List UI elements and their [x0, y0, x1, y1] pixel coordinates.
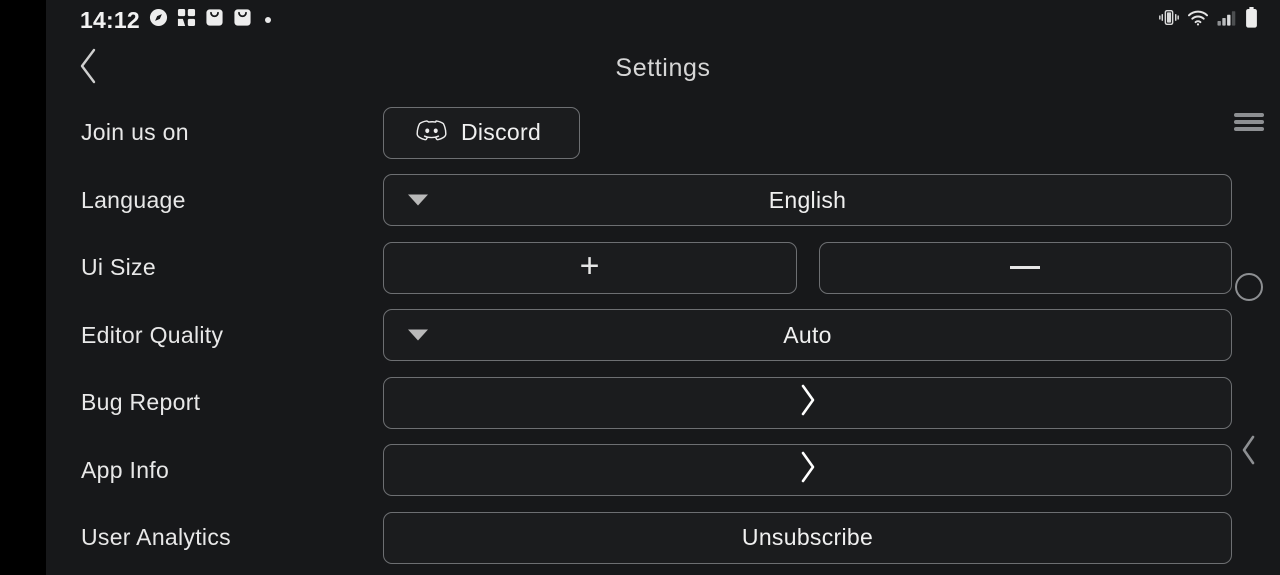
row-label-ui-size: Ui Size	[81, 254, 156, 281]
status-clock: 14:12	[80, 6, 140, 33]
chevron-right-icon	[799, 384, 817, 422]
row-control-app-info	[383, 444, 1232, 497]
settings-app: 14:12 Settings Join us on Discord Langua…	[46, 0, 1280, 575]
row-bug-report: Bug Report	[46, 369, 1280, 437]
title-bar: Settings	[46, 40, 1280, 96]
row-label-app-info: App Info	[81, 456, 170, 483]
row-control-bug-report	[383, 376, 1232, 429]
row-label-language: Language	[81, 186, 186, 213]
device-screen: 14:12 Settings Join us on Discord Langua…	[0, 0, 1280, 575]
row-editor-quality: Editor Quality Auto	[46, 302, 1280, 370]
row-control-editor-quality: Auto	[383, 309, 1232, 362]
row-label-bug-report: Bug Report	[81, 389, 201, 416]
row-control-ui-size: +	[383, 241, 1232, 294]
menu-icon	[1234, 110, 1264, 134]
menu-icon-line-1	[1234, 113, 1264, 117]
editor-quality-dropdown-value: Auto	[783, 321, 832, 348]
ui-size-decrease-button[interactable]	[818, 241, 1232, 294]
discord-logo-icon	[416, 118, 447, 148]
row-control-user-analytics: Unsubscribe	[383, 511, 1232, 564]
plus-icon: +	[579, 247, 600, 286]
discord-button-label: Discord	[460, 119, 542, 146]
status-bar-right-group	[1159, 0, 1258, 40]
language-dropdown[interactable]: English	[383, 174, 1232, 227]
row-label-user-analytics: User Analytics	[81, 524, 231, 551]
shopping-bag-icon-2	[233, 8, 252, 32]
cellular-signal-icon	[1217, 10, 1236, 31]
unsubscribe-button-label: Unsubscribe	[741, 524, 874, 551]
row-language: Language English	[46, 167, 1280, 235]
status-bar-left-group: 14:12	[80, 0, 271, 40]
row-control-join-us-on: Discord	[383, 106, 1232, 159]
discord-button[interactable]: Discord	[383, 106, 580, 159]
row-control-language: English	[383, 174, 1232, 227]
page-title: Settings	[615, 53, 711, 82]
home-circle-icon	[1235, 273, 1263, 301]
shopping-bag-icon	[205, 8, 224, 32]
row-join-us-on: Join us on Discord	[46, 99, 1280, 167]
language-dropdown-value: English	[768, 186, 847, 213]
compass-icon	[149, 8, 168, 32]
row-user-analytics: User Analytics Unsubscribe	[46, 504, 1280, 572]
bug-report-button[interactable]	[383, 376, 1232, 429]
settings-list: Join us on Discord Language English Ui S…	[46, 99, 1280, 572]
chevron-right-icon	[799, 451, 817, 489]
minus-icon	[1010, 266, 1041, 270]
back-chevron-icon	[1240, 435, 1258, 470]
left-bezel	[0, 0, 46, 575]
row-label-editor-quality: Editor Quality	[81, 321, 224, 348]
menu-button[interactable]	[1218, 100, 1280, 144]
puzzle-grid-icon	[177, 8, 196, 32]
unsubscribe-button[interactable]: Unsubscribe	[383, 511, 1232, 564]
menu-icon-line-2	[1234, 120, 1264, 124]
status-bar: 14:12	[46, 0, 1280, 40]
wifi-icon	[1188, 10, 1208, 31]
back-button[interactable]	[66, 46, 110, 90]
battery-icon	[1245, 7, 1258, 33]
menu-icon-line-3	[1234, 127, 1264, 131]
edge-back-button[interactable]	[1218, 430, 1280, 474]
caret-down-icon	[408, 194, 428, 206]
vibrate-icon	[1159, 9, 1179, 31]
ui-size-increase-button[interactable]: +	[383, 241, 797, 294]
row-ui-size: Ui Size +	[46, 234, 1280, 302]
home-button[interactable]	[1218, 265, 1280, 309]
dot-indicator-icon	[264, 17, 271, 23]
caret-down-icon	[408, 329, 428, 341]
chevron-left-icon	[77, 48, 99, 89]
row-label-join-us-on: Join us on	[81, 119, 189, 146]
row-app-info: App Info	[46, 437, 1280, 505]
editor-quality-dropdown[interactable]: Auto	[383, 309, 1232, 362]
app-info-button[interactable]	[383, 444, 1232, 497]
